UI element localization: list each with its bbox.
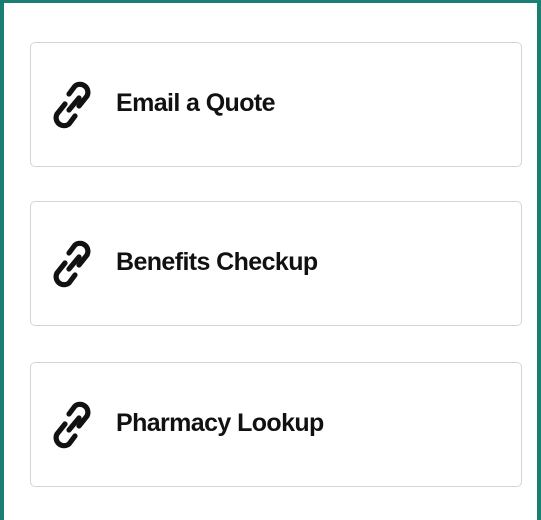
link-icon [43, 396, 101, 454]
benefits-checkup-link[interactable]: Benefits Checkup [30, 201, 522, 326]
link-label: Email a Quote [116, 88, 276, 117]
link-icon [43, 235, 101, 293]
link-icon [43, 76, 101, 134]
email-a-quote-link[interactable]: Email a Quote [30, 42, 522, 167]
link-label: Pharmacy Lookup [116, 408, 324, 437]
link-label: Benefits Checkup [116, 247, 318, 276]
pharmacy-lookup-link[interactable]: Pharmacy Lookup [30, 362, 522, 487]
quick-links-panel: Email a Quote Benefits Checkup Pharmacy … [0, 0, 541, 520]
